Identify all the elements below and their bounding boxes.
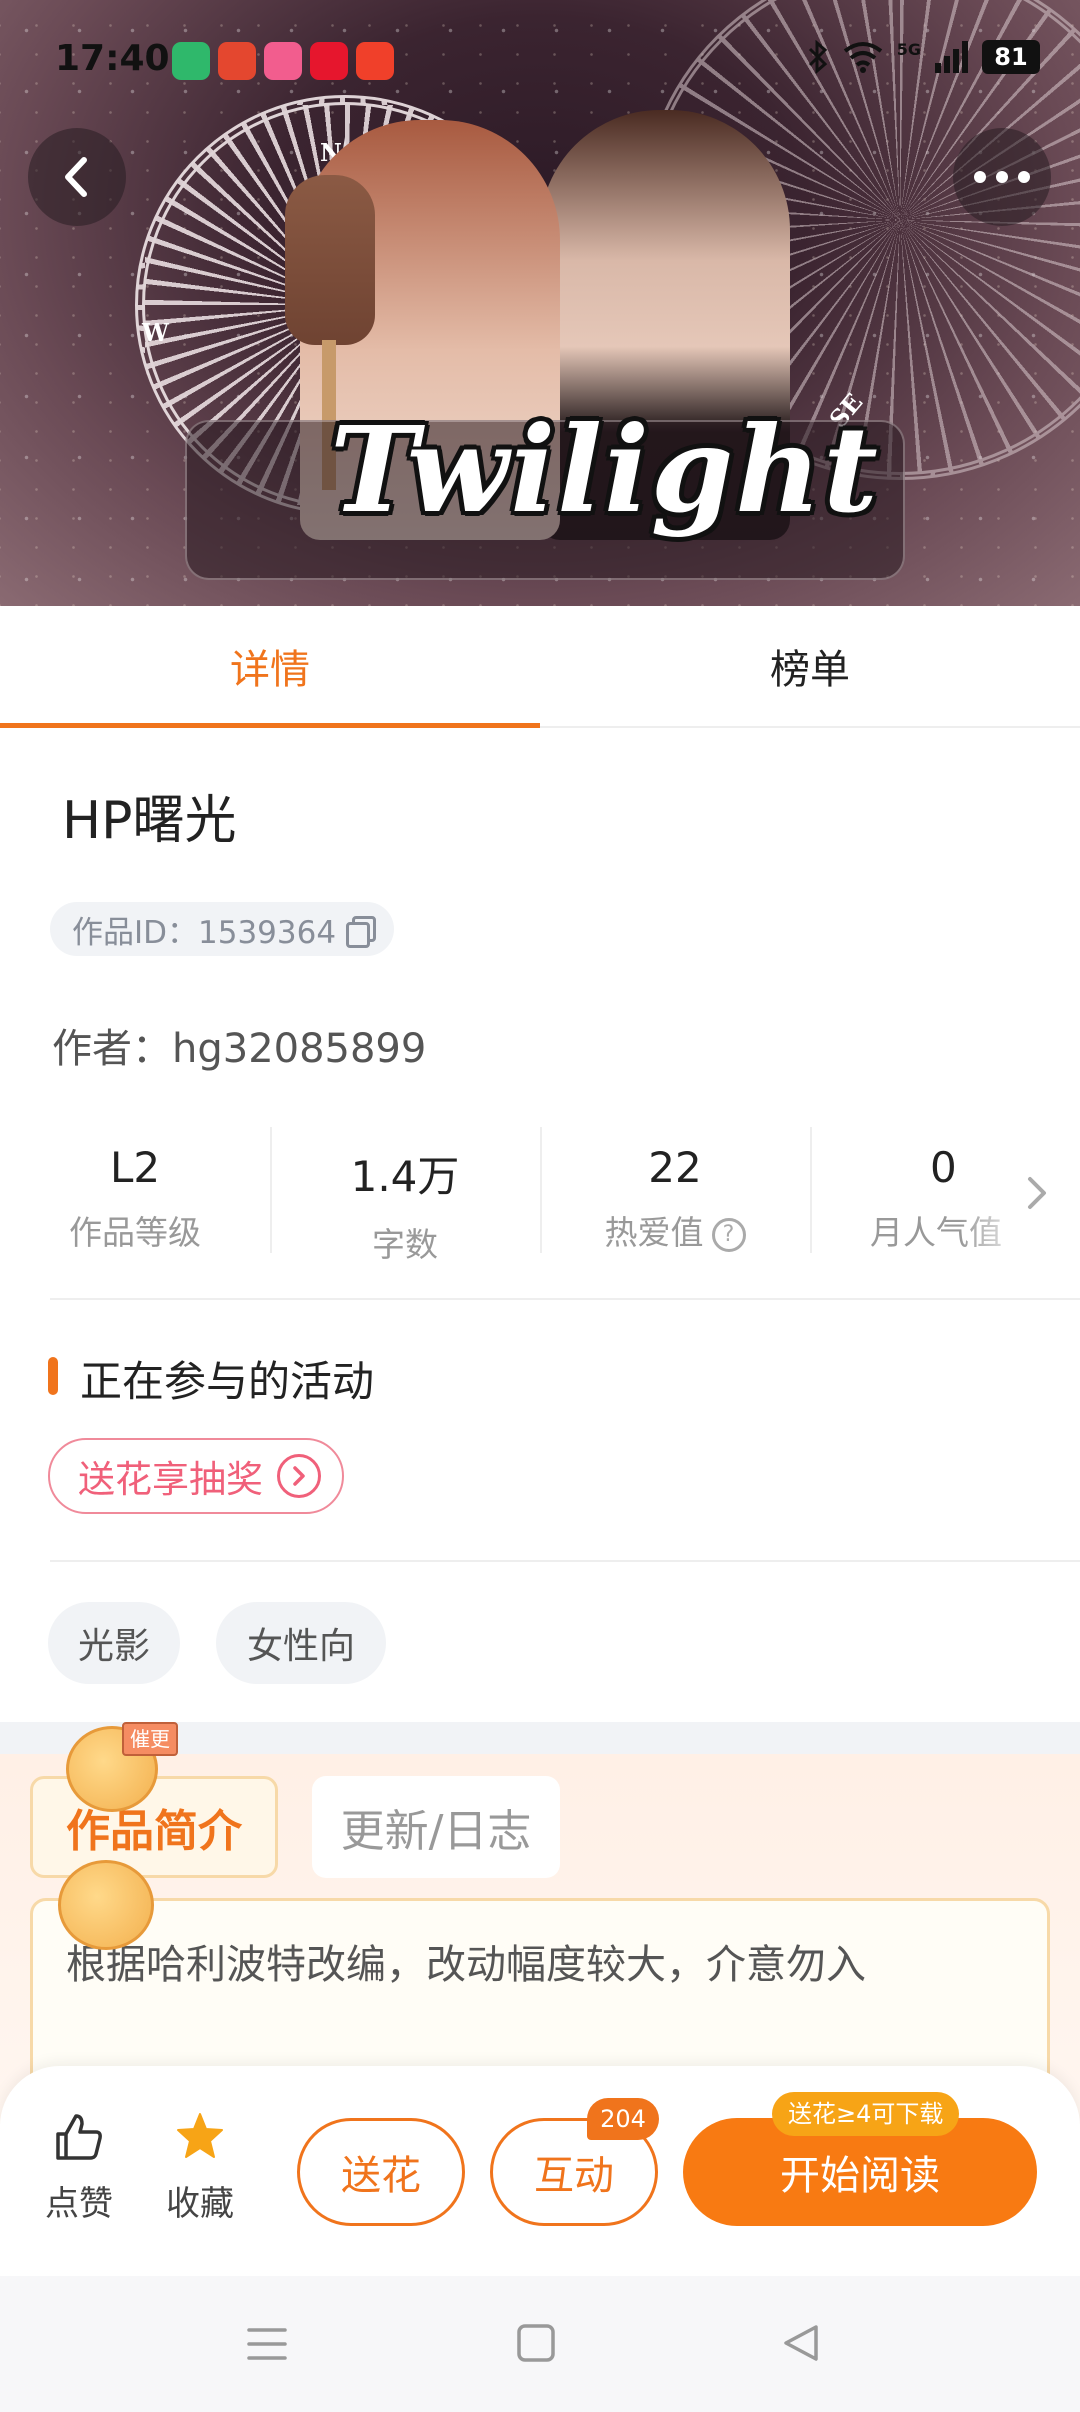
activity-flower-lottery[interactable]: 送花享抽奖 bbox=[48, 1438, 344, 1514]
status-time: 17:40 bbox=[55, 38, 170, 79]
video-app-icon bbox=[172, 42, 210, 80]
cover-cardinal-w: W bbox=[142, 318, 169, 347]
status-app-icons bbox=[172, 42, 394, 80]
network-type: 5G bbox=[896, 40, 921, 59]
tab-intro[interactable]: 作品简介 bbox=[30, 1776, 278, 1878]
thumbs-up-icon bbox=[56, 2114, 102, 2160]
favorite-label: 收藏 bbox=[166, 2184, 234, 2224]
stat-love-value: 22 热爱值? bbox=[540, 1125, 810, 1255]
stat-label: 字数 bbox=[372, 1225, 438, 1264]
stat-value: 1.4万 bbox=[350, 1152, 460, 1201]
tab-details[interactable]: 详情 bbox=[0, 606, 540, 728]
chevron-right-icon[interactable] bbox=[1018, 1165, 1058, 1221]
activities-title: 正在参与的活动 bbox=[80, 1357, 375, 1406]
like-button[interactable]: 点赞 bbox=[24, 2110, 134, 2225]
book-title: HP曙光 bbox=[62, 791, 237, 851]
star-icon bbox=[177, 2113, 223, 2158]
weibo-icon bbox=[310, 42, 348, 80]
video-play-icon bbox=[356, 42, 394, 80]
help-icon[interactable]: ? bbox=[711, 1217, 746, 1252]
stat-label: 作品等级 bbox=[69, 1213, 201, 1252]
food-app-icon bbox=[218, 42, 256, 80]
more-button[interactable] bbox=[953, 128, 1051, 226]
tab-update-log[interactable]: 更新/日志 bbox=[312, 1776, 560, 1878]
send-flower-button[interactable]: 送花 bbox=[297, 2118, 465, 2226]
section-accent-bar bbox=[48, 1357, 58, 1395]
back-triangle-icon[interactable] bbox=[780, 2322, 822, 2364]
tab-rankings[interactable]: 榜单 bbox=[540, 606, 1080, 726]
cover-title-art: Twilight bbox=[330, 400, 880, 539]
chevron-right-circle-icon bbox=[277, 1454, 321, 1498]
stat-value: 22 bbox=[648, 1143, 702, 1192]
divider bbox=[50, 1560, 1080, 1562]
cover-icecream bbox=[285, 175, 375, 345]
download-hint-badge: 送花≥4可下载 bbox=[772, 2092, 960, 2136]
stat-label-wrap: 热爱值? bbox=[540, 1206, 810, 1254]
favorite-button[interactable]: 收藏 bbox=[145, 2110, 255, 2225]
bilibili-icon bbox=[264, 42, 302, 80]
divider bbox=[50, 1298, 1080, 1300]
tag-item[interactable]: 光影 bbox=[48, 1602, 180, 1684]
work-id-chip[interactable]: 作品ID：1539364 bbox=[50, 902, 395, 956]
status-bar: 17:40 5G 81 bbox=[0, 0, 1080, 120]
detail-tabs: 详情 榜单 bbox=[0, 606, 1080, 728]
activity-label: 送花享抽奖 bbox=[78, 1458, 263, 1501]
system-nav-bar bbox=[0, 2276, 1080, 2412]
home-square-icon[interactable] bbox=[515, 2322, 557, 2364]
intro-text: 根据哈利波特改编，改动幅度较大，介意勿入 bbox=[66, 1942, 866, 1988]
mascot-cheer[interactable] bbox=[58, 1860, 154, 1950]
work-id-text: 作品ID：1539364 bbox=[72, 914, 337, 951]
interact-count-badge: 204 bbox=[587, 2098, 659, 2140]
stat-word-count: 1.4万 字数 bbox=[270, 1125, 540, 1264]
menu-icon[interactable] bbox=[246, 2324, 288, 2364]
mascot-urge-sign: 催更 bbox=[122, 1722, 178, 1756]
status-right: 5G 81 bbox=[807, 40, 1040, 74]
stat-value: L2 bbox=[109, 1143, 161, 1192]
stat-label: 热爱值 bbox=[604, 1213, 704, 1252]
signal-icon bbox=[935, 41, 968, 73]
stats-row[interactable]: L2 作品等级 1.4万 字数 22 热爱值? 0 月人气值 bbox=[0, 1125, 1080, 1264]
bluetooth-icon bbox=[808, 40, 827, 74]
wifi-icon bbox=[843, 42, 882, 73]
author-link[interactable]: 作者：hg32085899 bbox=[52, 1016, 426, 1074]
like-label: 点赞 bbox=[45, 2184, 113, 2224]
copy-icon bbox=[346, 916, 377, 948]
more-dots-icon bbox=[974, 171, 1030, 183]
tag-item[interactable]: 女性向 bbox=[216, 1602, 386, 1684]
battery-icon: 81 bbox=[982, 40, 1040, 74]
back-button[interactable] bbox=[28, 128, 126, 226]
stat-level: L2 作品等级 bbox=[0, 1125, 270, 1255]
chevron-left-icon bbox=[65, 157, 87, 197]
